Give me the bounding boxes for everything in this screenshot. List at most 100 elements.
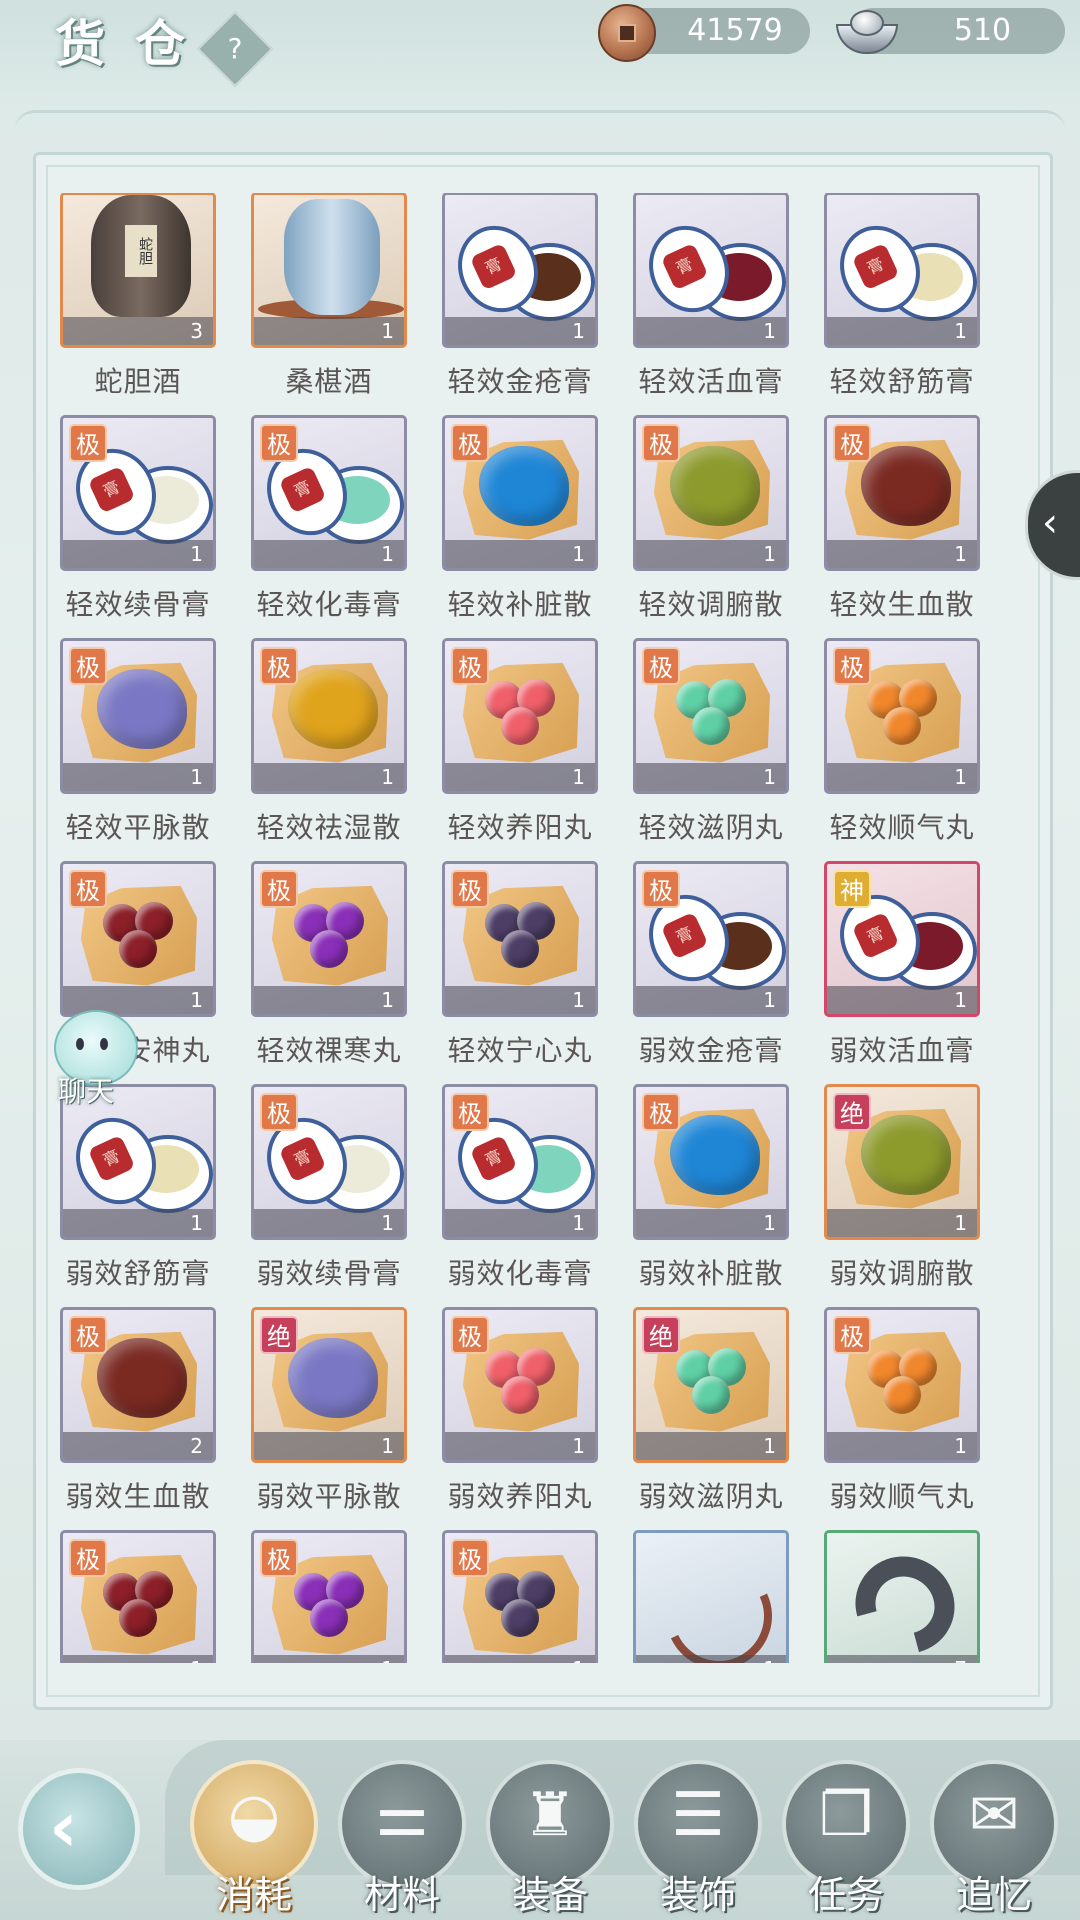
item-count: 1 — [572, 988, 585, 1012]
inventory-item[interactable]: 极 1 轻效生血散 — [824, 415, 980, 638]
inventory-item[interactable]: 绝 1 弱效滋阴丸 — [633, 1307, 789, 1530]
inventory-item[interactable]: 极1轻效续骨膏 — [60, 415, 216, 638]
inventory-item[interactable]: 极1弱效祼寒丸 — [251, 1530, 407, 1663]
quality-badge: 极 — [451, 1093, 489, 1131]
inventory-item[interactable]: 极 1 轻效养阳丸 — [442, 638, 598, 861]
inventory-item[interactable]: 极 1 轻效宁心丸 — [442, 861, 598, 1084]
inventory-item[interactable]: 3 蛇胆酒 — [60, 193, 216, 415]
inventory-item[interactable]: 1 弱效舒筋膏 — [60, 1084, 216, 1307]
tab-materials[interactable]: ⚌ 材料 — [338, 1760, 466, 1920]
inventory-grid: 3蛇胆酒1桑椹酒1轻效金疮膏1轻效活血膏1轻效舒筋膏极1轻效续骨膏极1轻效化毒膏… — [60, 193, 980, 1663]
tab-decorations[interactable]: ☰ 装饰 — [634, 1760, 762, 1920]
inventory-item[interactable]: 极 1 轻效平脉散 — [60, 638, 216, 861]
inventory-item[interactable]: 极 1 弱效补脏散 — [633, 1084, 789, 1307]
item-name: 轻效金疮膏 — [447, 365, 593, 398]
item-name: 弱效生血散 — [65, 1480, 211, 1513]
inventory-item[interactable]: 极1弱效宁心丸 — [442, 1530, 598, 1663]
quality-badge: 极 — [260, 870, 298, 908]
quality-badge: 极 — [451, 870, 489, 908]
inventory-item[interactable]: 极 1 弱效顺气丸 — [824, 1307, 980, 1530]
item-slot[interactable]: 3 — [60, 193, 216, 348]
item-slot[interactable]: 极2 — [60, 1307, 216, 1463]
wine-jar-icon — [91, 195, 191, 317]
item-count: 1 — [190, 1211, 203, 1235]
item-slot[interactable]: 极1 — [633, 638, 789, 794]
item-slot[interactable]: 极1 — [60, 415, 216, 571]
inventory-item[interactable]: 极 1 轻效祼寒丸 — [251, 861, 407, 1084]
item-slot[interactable]: 极1 — [251, 861, 407, 1017]
inventory-item[interactable]: 1 桑椹酒 — [251, 193, 407, 415]
inventory-item[interactable]: 极1弱效续骨膏 — [251, 1084, 407, 1307]
tab-consumables[interactable]: ◒ 消耗 — [190, 1760, 318, 1920]
back-button[interactable]: ‹ — [18, 1768, 140, 1890]
inventory-item[interactable]: 7马蹄铁 — [824, 1530, 980, 1663]
item-slot[interactable]: 极1 — [824, 415, 980, 571]
item-count: 1 — [763, 988, 776, 1012]
item-name: 桑椹酒 — [285, 365, 373, 398]
item-slot[interactable]: 极1 — [442, 415, 598, 571]
item-slot[interactable]: 极1 — [442, 1530, 598, 1663]
item-slot[interactable]: 1 — [251, 193, 407, 348]
item-slot[interactable]: 1 — [633, 1530, 789, 1663]
item-count: 1 — [572, 1211, 585, 1235]
item-slot[interactable]: 绝1 — [633, 1307, 789, 1463]
quality-badge: 极 — [451, 1539, 489, 1577]
inventory-item[interactable]: 1 轻效舒筋膏 — [824, 193, 980, 415]
item-slot[interactable]: 极1 — [442, 1084, 598, 1240]
screen-icon: ☰ — [671, 1780, 725, 1850]
item-slot[interactable]: 极1 — [442, 861, 598, 1017]
bait-worm-icon — [651, 1548, 786, 1663]
inventory-item[interactable]: 极 1 轻效补脏散 — [442, 415, 598, 638]
item-slot[interactable]: 极1 — [633, 1084, 789, 1240]
item-slot[interactable]: 1 — [824, 193, 980, 348]
item-slot[interactable]: 极1 — [442, 1307, 598, 1463]
inventory-item[interactable]: 极 1 轻效祛湿散 — [251, 638, 407, 861]
item-name: 轻效调腑散 — [638, 588, 784, 621]
inventory-scroll-area[interactable]: 3蛇胆酒1桑椹酒1轻效金疮膏1轻效活血膏1轻效舒筋膏极1轻效续骨膏极1轻效化毒膏… — [60, 193, 1020, 1663]
tab-label: 装备 — [511, 1873, 588, 1917]
inventory-item[interactable]: 1鱼饵 — [633, 1530, 789, 1663]
item-count: 1 — [381, 1434, 394, 1458]
inventory-item[interactable]: 神1弱效活血膏 — [824, 861, 980, 1084]
tab-equipment[interactable]: ♜ 装备 — [486, 1760, 614, 1920]
inventory-item[interactable]: 极1轻效化毒膏 — [251, 415, 407, 638]
item-count: 1 — [763, 1211, 776, 1235]
inventory-item[interactable]: 极 1 轻效滋阴丸 — [633, 638, 789, 861]
inventory-item[interactable]: 极1弱效化毒膏 — [442, 1084, 598, 1307]
item-slot[interactable]: 7 — [824, 1530, 980, 1663]
item-name: 轻效舒筋膏 — [829, 365, 975, 398]
tab-memories[interactable]: ✉ 追忆 — [930, 1760, 1058, 1920]
inventory-item[interactable]: 极 1 弱效养阳丸 — [442, 1307, 598, 1530]
item-slot[interactable]: 绝1 — [251, 1307, 407, 1463]
item-slot[interactable]: 极1 — [60, 1530, 216, 1663]
item-slot[interactable]: 极1 — [633, 861, 789, 1017]
item-slot[interactable]: 极1 — [824, 1307, 980, 1463]
item-slot[interactable]: 极1 — [824, 638, 980, 794]
item-slot[interactable]: 极1 — [251, 1084, 407, 1240]
inventory-item[interactable]: 1 轻效金疮膏 — [442, 193, 598, 415]
inventory-item[interactable]: 极 1 轻效调腑散 — [633, 415, 789, 638]
inventory-item[interactable]: 极1弱效安神丸 — [60, 1530, 216, 1663]
item-slot[interactable]: 极1 — [251, 1530, 407, 1663]
tab-quests[interactable]: ❐ 任务 — [782, 1760, 910, 1920]
inventory-item[interactable]: 绝 1 弱效调腑散 — [824, 1084, 980, 1307]
item-slot[interactable]: 1 — [633, 193, 789, 348]
quality-badge: 极 — [69, 1539, 107, 1577]
inventory-item[interactable]: 1 轻效活血膏 — [633, 193, 789, 415]
item-slot[interactable]: 极1 — [251, 638, 407, 794]
item-slot[interactable]: 极1 — [442, 638, 598, 794]
inventory-item[interactable]: 极 1 轻效顺气丸 — [824, 638, 980, 861]
item-slot[interactable]: 极1 — [60, 638, 216, 794]
quality-badge: 极 — [451, 1316, 489, 1354]
item-slot[interactable]: 1 — [442, 193, 598, 348]
item-slot[interactable]: 极1 — [633, 415, 789, 571]
inventory-item[interactable]: 极1弱效金疮膏 — [633, 861, 789, 1084]
quality-badge: 极 — [260, 1539, 298, 1577]
inventory-item[interactable]: 绝 1 弱效平脉散 — [251, 1307, 407, 1530]
item-slot[interactable]: 神1 — [824, 861, 980, 1017]
item-slot[interactable]: 极1 — [60, 861, 216, 1017]
item-slot[interactable]: 极1 — [251, 415, 407, 571]
chat-button[interactable]: 聊天 — [40, 1010, 150, 1110]
inventory-item[interactable]: 极 2 弱效生血散 — [60, 1307, 216, 1530]
item-slot[interactable]: 绝1 — [824, 1084, 980, 1240]
